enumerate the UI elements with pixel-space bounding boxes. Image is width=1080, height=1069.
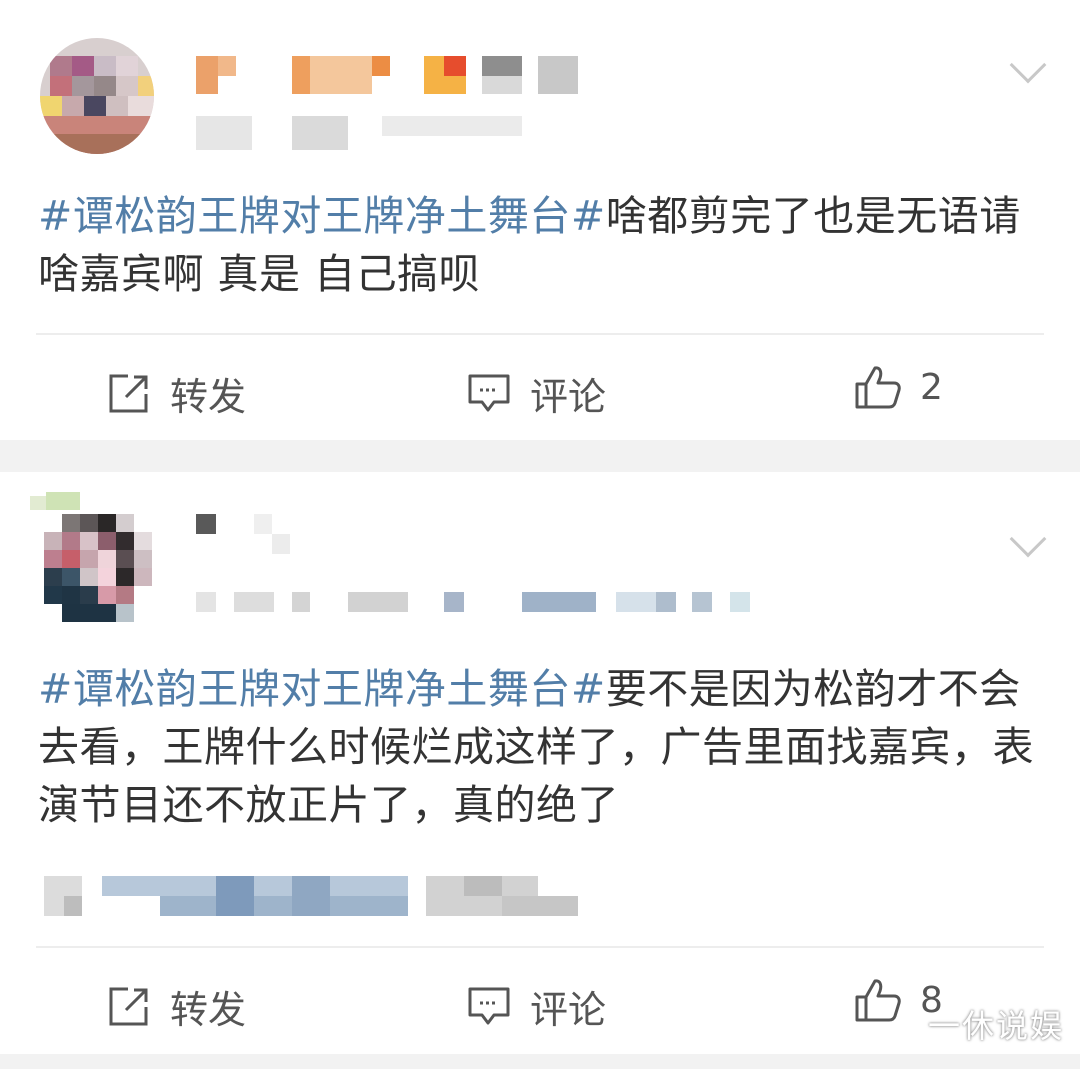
comment-bubble-icon	[468, 374, 510, 411]
like-button[interactable]: 2	[854, 364, 943, 410]
edit-share-icon	[109, 374, 148, 412]
comment-label: 评论	[530, 988, 607, 1032]
source-blurred	[44, 876, 584, 916]
thumbs-up-icon	[855, 366, 901, 409]
repost-button[interactable]: 转发	[106, 366, 246, 421]
post-card-1: #谭松韵王牌对王牌净土舞台#啥都剪完了也是无语请啥嘉宾啊 真是 自己搞呗 转发 …	[0, 0, 1080, 440]
divider	[36, 333, 1044, 335]
comment-button[interactable]: 评论	[466, 979, 606, 1034]
comment-button[interactable]: 评论	[466, 366, 606, 421]
repost-label: 转发	[170, 375, 247, 419]
chevron-down-icon[interactable]	[1009, 46, 1047, 84]
post-card-2: #谭松韵王牌对王牌净土舞台#要不是因为松韵才不会去看，王牌什么时候烂成这样了，广…	[0, 472, 1080, 1054]
username-blurred[interactable]	[196, 56, 586, 94]
hashtag-link[interactable]: #谭松韵王牌对王牌净土舞台#	[38, 665, 606, 713]
edit-share-icon	[109, 987, 148, 1025]
repost-label: 转发	[170, 988, 247, 1032]
avatar[interactable]	[40, 38, 154, 154]
hashtag-link[interactable]: #谭松韵王牌对王牌净土舞台#	[38, 192, 606, 240]
timestamp-blurred	[196, 116, 526, 150]
avatar[interactable]	[28, 492, 160, 632]
divider	[36, 946, 1044, 948]
like-count: 2	[920, 366, 943, 408]
post-text: #谭松韵王牌对王牌净土舞台#要不是因为松韵才不会去看，王牌什么时候烂成这样了，广…	[38, 665, 1034, 829]
watermark: 一休说娱	[927, 1007, 1064, 1045]
thumbs-up-icon	[855, 979, 901, 1022]
username-blurred[interactable]	[196, 514, 296, 554]
repost-button[interactable]: 转发	[106, 979, 246, 1034]
chevron-down-icon[interactable]	[1009, 520, 1047, 558]
comment-bubble-icon	[468, 987, 510, 1024]
post-text: #谭松韵王牌对王牌净土舞台#啥都剪完了也是无语请啥嘉宾啊 真是 自己搞呗	[38, 192, 1021, 298]
comment-label: 评论	[530, 375, 607, 419]
timestamp-blurred	[196, 592, 756, 612]
